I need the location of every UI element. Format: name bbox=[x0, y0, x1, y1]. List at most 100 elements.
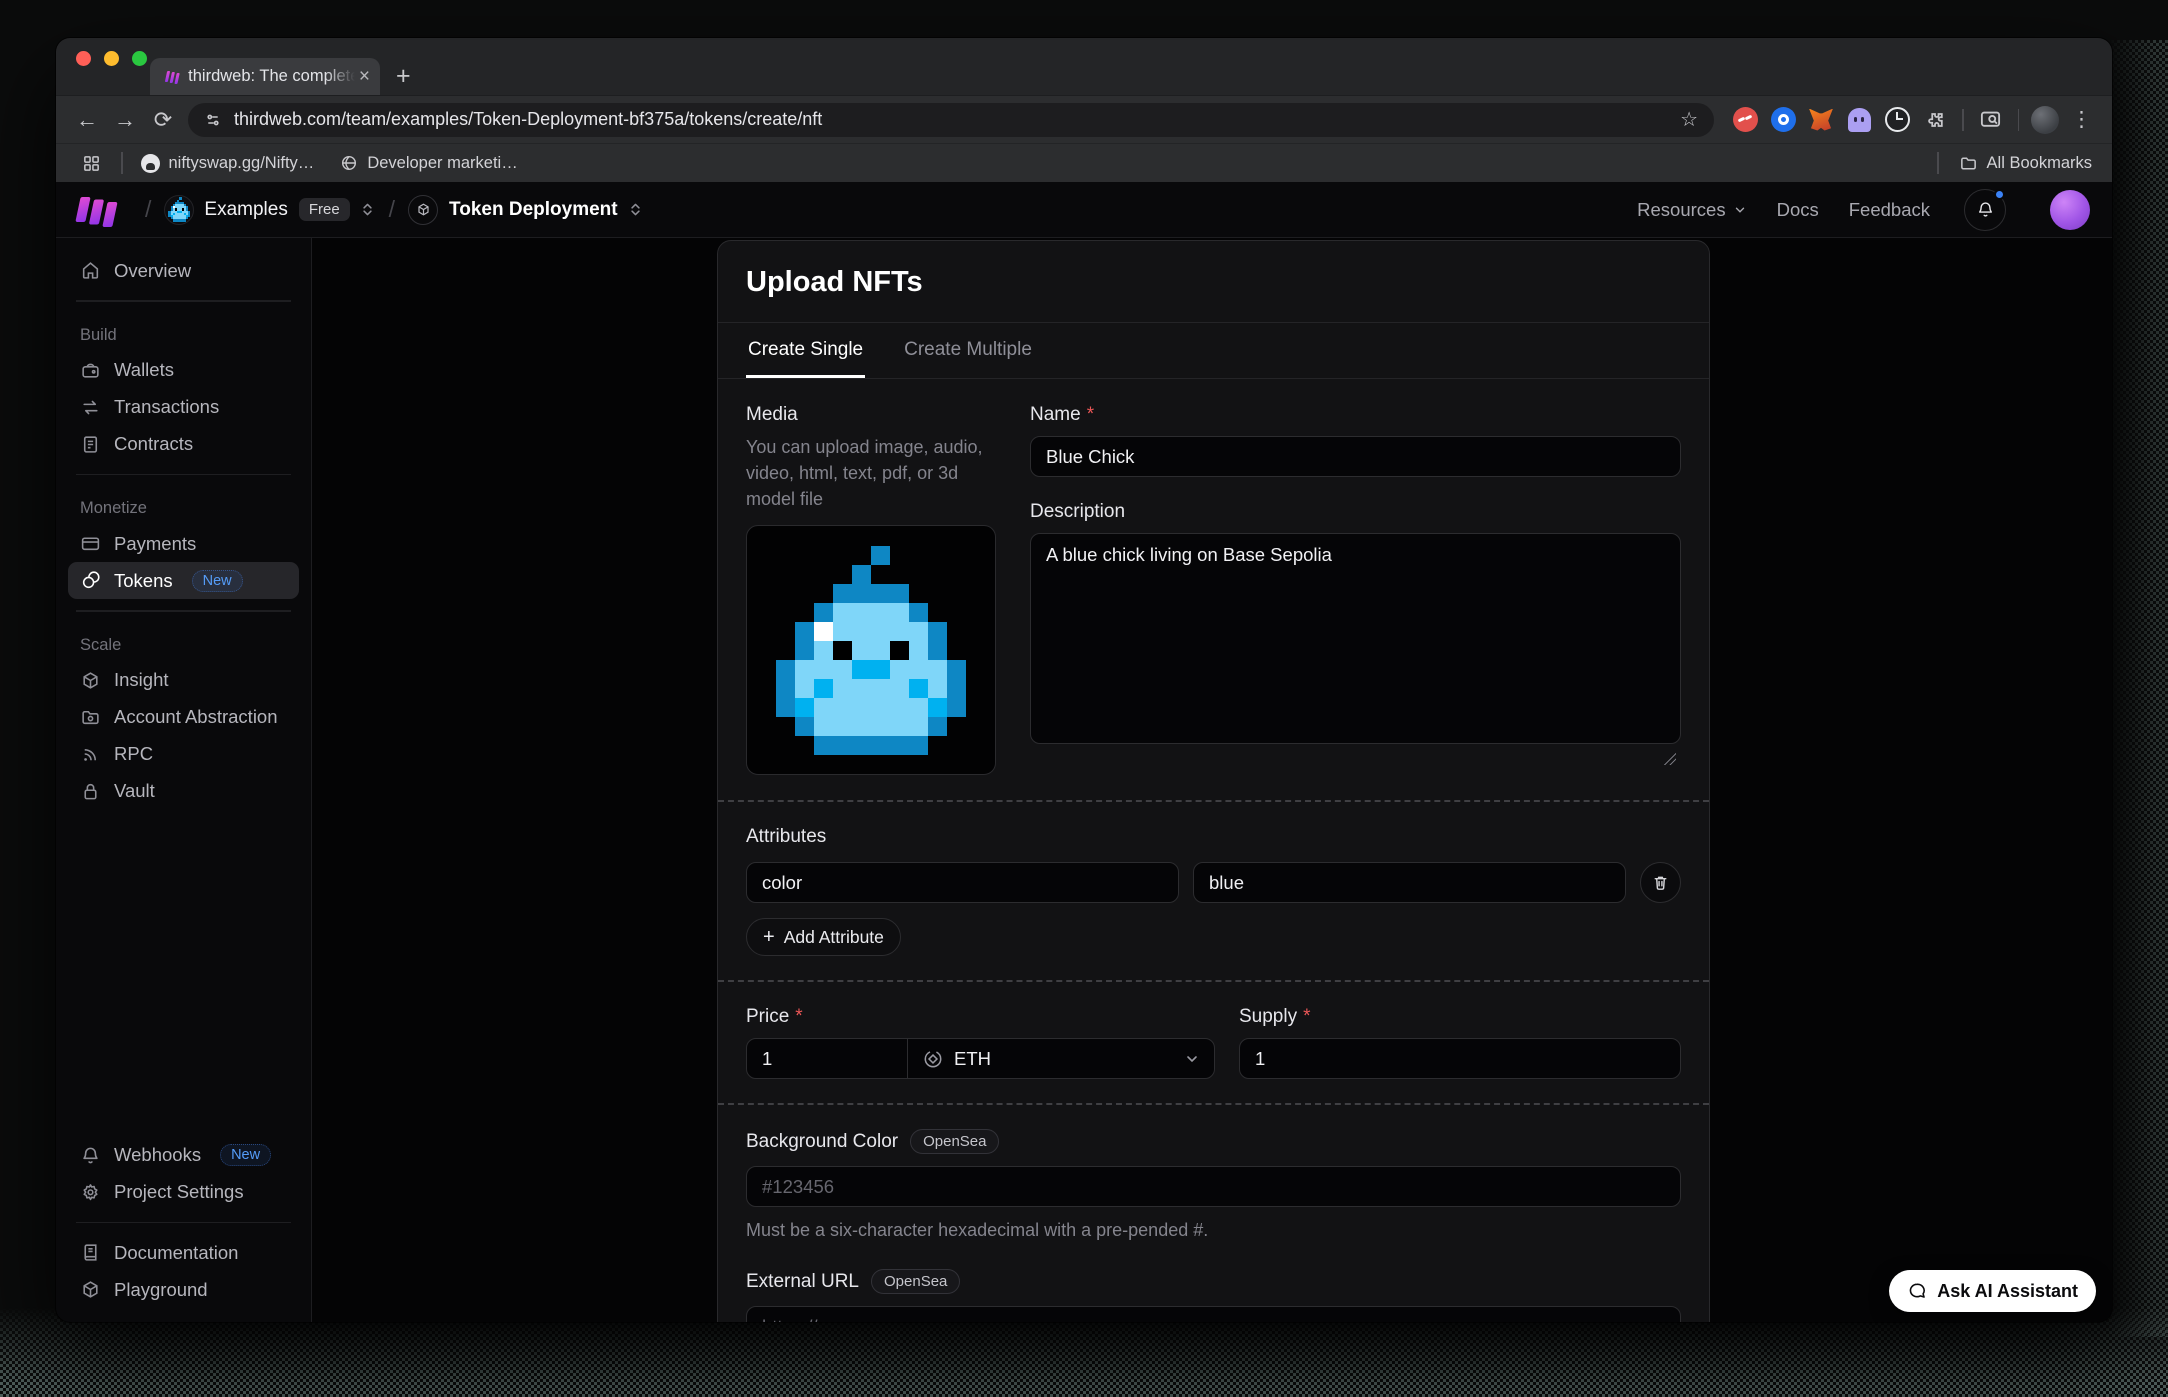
name-input[interactable] bbox=[1030, 436, 1681, 477]
supply-label: Supply bbox=[1239, 1006, 1297, 1028]
browser-reload-button[interactable]: ⟳ bbox=[144, 101, 182, 139]
project-switcher-chevrons-icon[interactable] bbox=[627, 201, 644, 218]
nft-pixel-art-image bbox=[757, 546, 985, 755]
tab-strip: thirdweb: The complete web3 × + bbox=[56, 38, 2112, 95]
sidebar-item-overview[interactable]: Overview bbox=[68, 252, 299, 289]
tab-search-icon[interactable] bbox=[1975, 104, 2007, 136]
thirdweb-favicon-icon bbox=[166, 71, 179, 82]
sidebar-item-webhooks[interactable]: Webhooks New bbox=[68, 1137, 299, 1174]
description-textarea[interactable] bbox=[1030, 533, 1681, 744]
ask-ai-assistant-button[interactable]: Ask AI Assistant bbox=[1889, 1270, 2096, 1312]
extensions-puzzle-icon[interactable] bbox=[1919, 104, 1951, 136]
tab-create-multiple[interactable]: Create Multiple bbox=[902, 323, 1034, 378]
playground-cube-icon bbox=[80, 1279, 101, 1300]
extension-phantom-icon[interactable] bbox=[1843, 104, 1875, 136]
opensea-badge: OpenSea bbox=[910, 1129, 999, 1154]
browser-back-button[interactable]: ← bbox=[68, 101, 106, 139]
book-icon bbox=[80, 1242, 101, 1263]
sidebar-item-rpc[interactable]: RPC bbox=[68, 736, 299, 773]
chevron-down-icon bbox=[1184, 1051, 1200, 1067]
nav-docs[interactable]: Docs bbox=[1777, 199, 1819, 221]
bookmarks-bar: niftyswap.gg/Nifty… Developer marketi… A… bbox=[56, 143, 2112, 182]
browser-tab-active[interactable]: thirdweb: The complete web3 × bbox=[150, 58, 380, 95]
currency-value: ETH bbox=[954, 1048, 991, 1070]
media-name-section: Media You can upload image, audio, video… bbox=[718, 379, 1709, 800]
browser-profile-avatar[interactable] bbox=[2031, 106, 2059, 134]
opensea-badge: OpenSea bbox=[871, 1269, 960, 1294]
bookmark-star-icon[interactable]: ☆ bbox=[1672, 107, 1706, 132]
breadcrumb-separator: / bbox=[145, 196, 151, 223]
thirdweb-logo-icon[interactable] bbox=[78, 197, 116, 222]
currency-select[interactable]: ETH bbox=[908, 1039, 1214, 1078]
folder-account-icon bbox=[80, 707, 101, 728]
extension-blue-icon[interactable] bbox=[1767, 104, 1799, 136]
apps-grid-icon[interactable] bbox=[75, 147, 107, 179]
resize-grip-icon[interactable] bbox=[1664, 753, 1676, 765]
background-color-input[interactable] bbox=[746, 1166, 1681, 1207]
delete-attribute-button[interactable] bbox=[1640, 862, 1681, 903]
folder-icon bbox=[1959, 154, 1978, 173]
attribute-key-input[interactable] bbox=[746, 862, 1179, 903]
sidebar-item-payments[interactable]: Payments bbox=[68, 525, 299, 562]
browser-toolbar: ← → ⟳ thirdweb.com/team/examples/Token-D… bbox=[56, 95, 2112, 143]
site-settings-tune-icon[interactable] bbox=[203, 110, 223, 130]
sidebar-item-playground[interactable]: Playground bbox=[68, 1271, 299, 1308]
sidebar-item-documentation[interactable]: Documentation bbox=[68, 1234, 299, 1271]
sidebar-item-vault[interactable]: Vault bbox=[68, 773, 299, 810]
project-icon bbox=[408, 195, 438, 225]
opensea-metadata-section: Background Color OpenSea Must be a six-c… bbox=[718, 1105, 1709, 1322]
sidebar-divider bbox=[76, 474, 291, 476]
lock-icon bbox=[80, 781, 101, 802]
sidebar-item-contracts[interactable]: Contracts bbox=[68, 426, 299, 463]
home-icon bbox=[80, 260, 101, 281]
background-color-help: Must be a six-character hexadecimal with… bbox=[746, 1217, 1681, 1243]
notifications-bell-button[interactable] bbox=[1964, 189, 2006, 231]
plus-icon: + bbox=[763, 927, 775, 947]
github-icon bbox=[141, 154, 160, 173]
media-upload-preview[interactable] bbox=[746, 525, 996, 775]
attribute-value-input[interactable] bbox=[1193, 862, 1626, 903]
signal-icon bbox=[80, 744, 101, 765]
extension-clock-icon[interactable] bbox=[1881, 104, 1913, 136]
breadcrumb-project[interactable]: Token Deployment bbox=[449, 199, 618, 221]
toolbar-separator bbox=[2018, 109, 2020, 131]
url-bar[interactable]: thirdweb.com/team/examples/Token-Deploym… bbox=[188, 103, 1714, 137]
traffic-lights bbox=[76, 51, 147, 66]
add-attribute-button[interactable]: + Add Attribute bbox=[746, 918, 901, 956]
tab-create-single[interactable]: Create Single bbox=[746, 323, 865, 378]
team-switcher-chevrons-icon[interactable] bbox=[359, 201, 376, 218]
supply-input[interactable] bbox=[1239, 1038, 1681, 1079]
sidebar-item-project-settings[interactable]: Project Settings bbox=[68, 1174, 299, 1211]
account-avatar[interactable] bbox=[2050, 190, 2090, 230]
bookmark-label: niftyswap.gg/Nifty… bbox=[169, 154, 315, 173]
thirdweb-page: / Examples Free / Token Deployment bbox=[56, 182, 2112, 1322]
sidebar-item-wallets[interactable]: Wallets bbox=[68, 352, 299, 389]
team-avatar[interactable] bbox=[164, 195, 194, 225]
close-window-button[interactable] bbox=[76, 51, 91, 66]
sidebar-item-transactions[interactable]: Transactions bbox=[68, 389, 299, 426]
extension-red-icon[interactable] bbox=[1729, 104, 1761, 136]
minimize-window-button[interactable] bbox=[104, 51, 119, 66]
fullscreen-window-button[interactable] bbox=[132, 51, 147, 66]
webhook-bell-icon bbox=[80, 1145, 101, 1166]
breadcrumb-team[interactable]: Examples bbox=[204, 199, 287, 221]
sidebar-item-account-abstraction[interactable]: Account Abstraction bbox=[68, 699, 299, 736]
external-url-input[interactable] bbox=[746, 1306, 1681, 1322]
bookmark-item-niftyswap[interactable]: niftyswap.gg/Nifty… bbox=[141, 154, 315, 173]
browser-menu-kebab-icon[interactable]: ⋮ bbox=[2063, 107, 2100, 132]
browser-forward-button[interactable]: → bbox=[106, 101, 144, 139]
new-tab-button[interactable]: + bbox=[396, 60, 411, 92]
nav-resources[interactable]: Resources bbox=[1637, 199, 1746, 221]
url-text[interactable]: thirdweb.com/team/examples/Token-Deploym… bbox=[234, 109, 1672, 130]
sidebar-item-tokens[interactable]: Tokens New bbox=[68, 562, 299, 599]
nav-feedback[interactable]: Feedback bbox=[1849, 199, 1930, 221]
card-header: Upload NFTs bbox=[718, 241, 1709, 323]
price-input[interactable] bbox=[747, 1039, 908, 1078]
tab-close-icon[interactable]: × bbox=[359, 66, 370, 88]
extension-metamask-icon[interactable] bbox=[1805, 104, 1837, 136]
bookmark-item-developer-marketing[interactable]: Developer marketi… bbox=[340, 154, 517, 173]
all-bookmarks-button[interactable]: All Bookmarks bbox=[1959, 154, 2092, 173]
price-label: Price bbox=[746, 1006, 789, 1028]
sidebar-item-insight[interactable]: Insight bbox=[68, 662, 299, 699]
description-label: Description bbox=[1030, 501, 1125, 523]
